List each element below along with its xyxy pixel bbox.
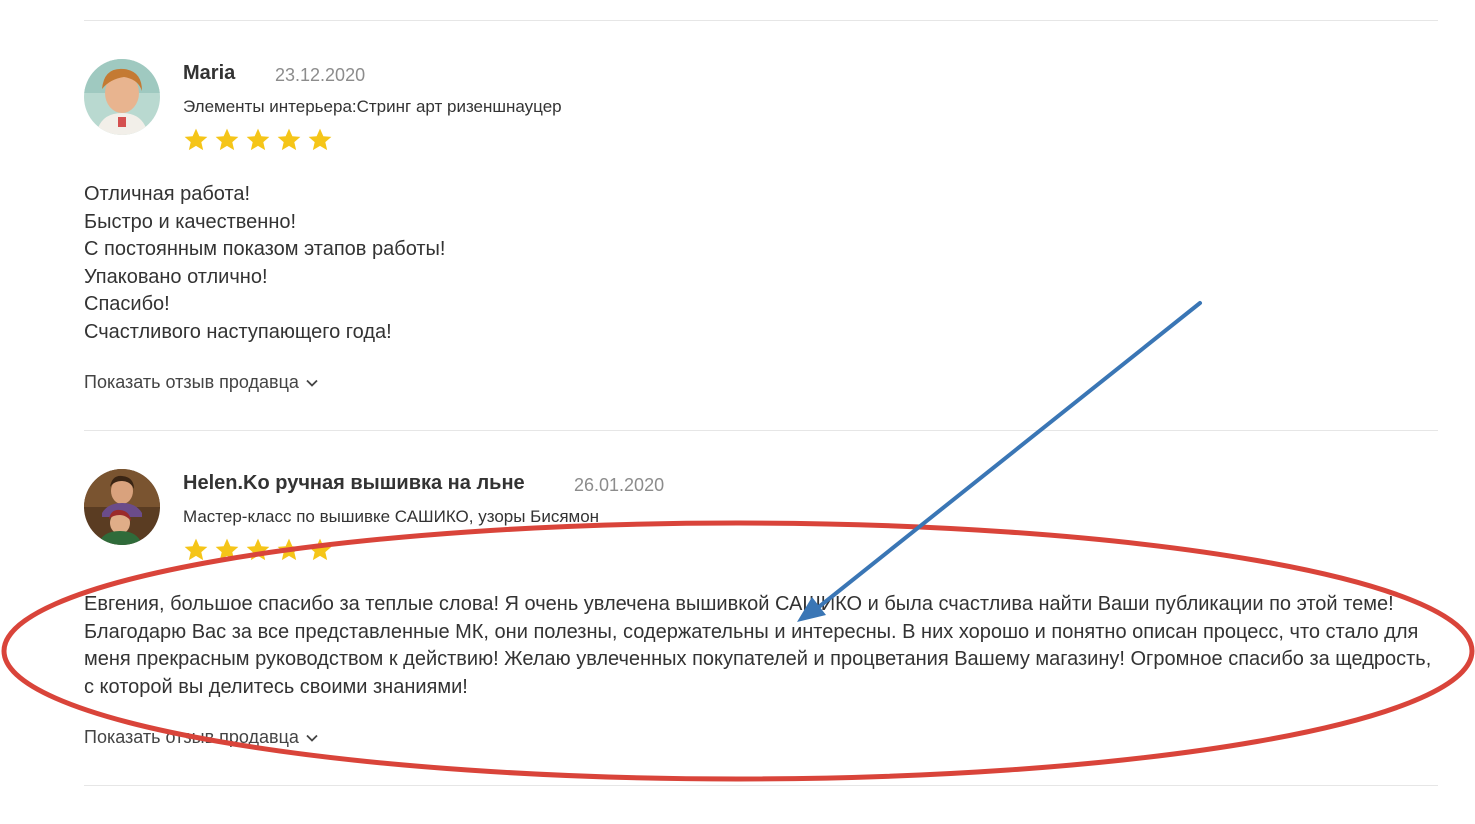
review-text-line: Отличная работа!: [84, 183, 251, 205]
star-icon: [277, 538, 301, 561]
show-seller-reply-label: Показать отзыв продавца: [84, 372, 299, 392]
star-icon: [308, 128, 332, 151]
review-author[interactable]: Maria: [183, 62, 235, 85]
review-card-2: Helen.Ko ручная вышивка на льне 26.01.20…: [84, 469, 1438, 769]
star-icon: [215, 538, 239, 561]
review-text-line: С постоянным показом этапов работы!: [84, 238, 446, 261]
star-icon: [246, 128, 270, 151]
review-author[interactable]: Helen.Ko ручная вышивка на льне: [183, 472, 525, 495]
top-divider: [84, 20, 1438, 21]
rating-stars: [183, 127, 333, 153]
review-date: 26.01.2020: [574, 475, 665, 495]
rating-stars: [183, 537, 333, 563]
star-icon: [184, 538, 208, 561]
review-card-1: Maria 23.12.2020 Элементы интерьера:Стри…: [84, 59, 1438, 399]
review-text: Евгения, большое спасибо за теплые слова…: [84, 593, 1432, 698]
review-date: 23.12.2020: [275, 65, 366, 85]
bottom-divider: [84, 785, 1438, 786]
show-seller-reply-link[interactable]: Показать отзыв продавца: [84, 372, 319, 393]
star-icon: [215, 128, 239, 151]
avatar[interactable]: [84, 469, 160, 545]
review-text-line: Счастливого наступающего года!: [84, 320, 392, 343]
star-icon: [246, 538, 270, 561]
review-text-line: Упаковано отлично!: [84, 265, 268, 288]
star-icon: [277, 128, 301, 151]
review-product-link[interactable]: Элементы интерьера:Стринг арт ризеншнауц…: [183, 97, 562, 117]
chevron-down-icon: [306, 734, 318, 742]
review-text: Отличная работа! Быстро и качественно! С…: [84, 181, 445, 347]
show-seller-reply-label: Показать отзыв продавца: [84, 727, 299, 747]
review-product-link[interactable]: Мастер-класс по вышивке САШИКО, узоры Би…: [183, 507, 599, 527]
review-text-line: Быстро и качественно!: [84, 210, 297, 233]
avatar[interactable]: [84, 59, 160, 135]
chevron-down-icon: [306, 379, 318, 387]
review-text-line: Спасибо!: [84, 293, 170, 316]
star-icon: [184, 128, 208, 151]
review-divider: [84, 430, 1438, 431]
show-seller-reply-link[interactable]: Показать отзыв продавца: [84, 727, 319, 748]
star-icon: [308, 538, 332, 561]
